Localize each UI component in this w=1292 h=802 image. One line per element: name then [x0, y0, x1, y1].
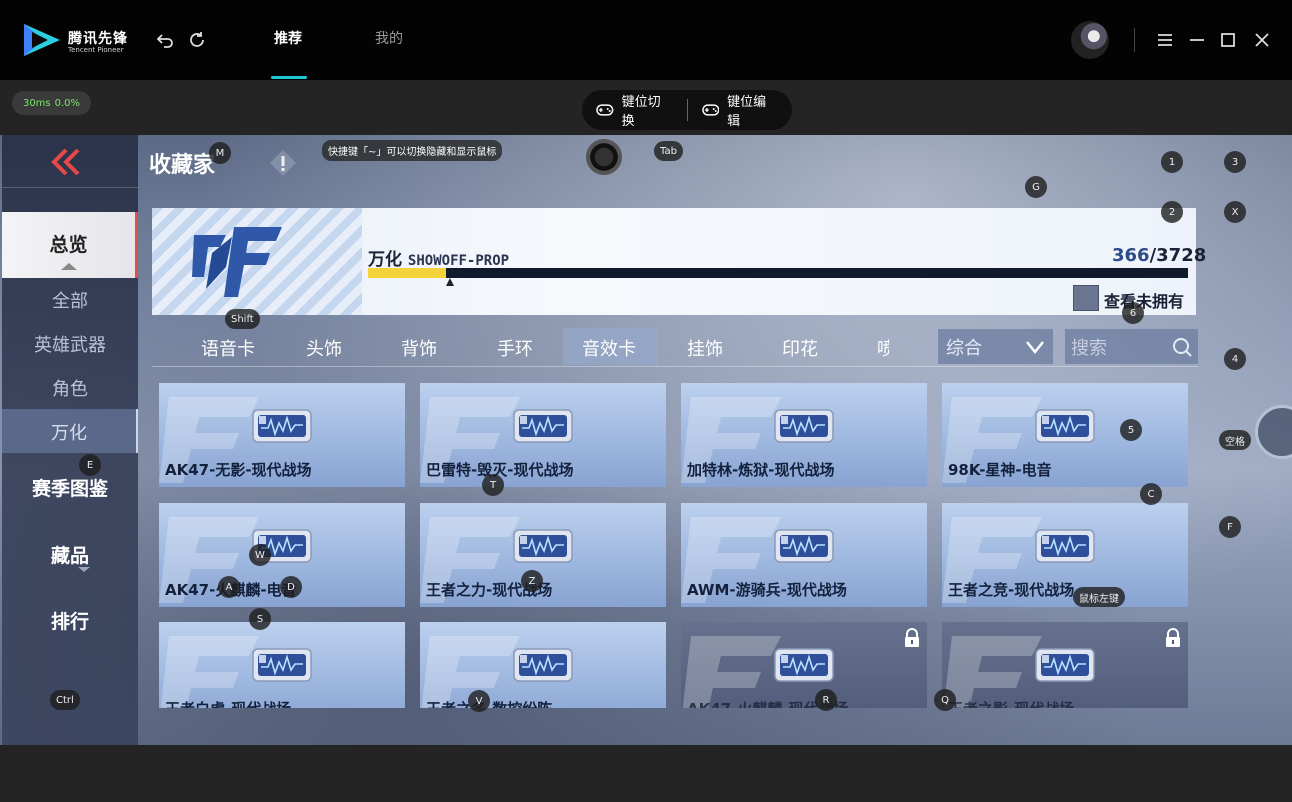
- key-hint-d: D: [280, 576, 302, 598]
- key-hint-q: Q: [934, 689, 956, 711]
- key-hint-x: X: [1224, 201, 1246, 223]
- card-label: 98K-星神-电音: [948, 461, 1052, 479]
- keymap-bar: 键位切换 键位编辑: [582, 90, 792, 130]
- key-hint-f: F: [1219, 516, 1241, 538]
- card-grid: AK47-无影-现代战场 巴雷特-毁灭-现代战场加特林-炼狱-现代战场 98K-星神…: [0, 135, 1292, 708]
- logo-icon: [24, 24, 60, 56]
- collection-card[interactable]: AK47-无影-现代战场: [159, 383, 405, 487]
- sound-card-icon: [1035, 527, 1095, 565]
- key-edit-button[interactable]: 键位编辑: [688, 91, 793, 129]
- card-label: AWM-游骑兵-现代战场: [687, 581, 847, 599]
- key-hint-c: C: [1140, 483, 1162, 505]
- key-hint-6: 6: [1122, 302, 1144, 324]
- lock-icon: [1164, 628, 1182, 648]
- key-hint-t: T: [482, 474, 504, 496]
- gamepad-icon: [701, 104, 719, 116]
- game-viewport[interactable]: 总览 全部 英雄武器 角色 万化 赛季图鉴 藏品 排行 收藏家 快捷键「~」可以…: [0, 135, 1292, 745]
- avatar[interactable]: [1071, 21, 1109, 59]
- sound-card-icon: [774, 527, 834, 565]
- collection-card[interactable]: 巴雷特-毁灭-现代战场: [420, 383, 666, 487]
- key-hint-ctrl: Ctrl: [50, 690, 80, 710]
- key-hint-w: W: [249, 544, 271, 566]
- close-icon[interactable]: [1251, 29, 1273, 51]
- key-hint-2: 2: [1161, 201, 1183, 223]
- back-icon[interactable]: [154, 29, 176, 51]
- menu-icon[interactable]: [1154, 29, 1176, 51]
- logo-subtext: Tencent Pioneer: [68, 46, 124, 54]
- key-hint-r: R: [815, 689, 837, 711]
- key-hint-shift: Shift: [225, 309, 260, 329]
- title-bar: 腾讯先锋 Tencent Pioneer 推荐 我的: [0, 0, 1292, 80]
- sound-card-icon: [252, 407, 312, 445]
- key-hint-5: 5: [1120, 419, 1142, 441]
- sound-card-icon: [252, 646, 312, 684]
- tab-mine[interactable]: 我的: [375, 28, 403, 48]
- maximize-icon[interactable]: [1217, 29, 1239, 51]
- key-hint-space: 空格: [1219, 430, 1251, 450]
- sound-card-icon: [513, 527, 573, 565]
- sound-card-icon: [1035, 646, 1095, 684]
- app-logo: 腾讯先锋 Tencent Pioneer: [22, 22, 132, 58]
- active-tab-indicator: [271, 76, 307, 79]
- sound-card-icon: [774, 407, 834, 445]
- game-toolbar: 30ms 0.0% 键位切换 键位编辑: [0, 80, 1292, 135]
- collection-card[interactable]: 王者白虎-现代战场: [159, 622, 405, 708]
- card-label: 王者之影-现代战场: [948, 698, 1074, 708]
- ping-value: 30ms: [22, 97, 51, 109]
- key-hint-mouse-left: 鼠标左键: [1073, 587, 1125, 607]
- key-hint-3: 3: [1224, 151, 1246, 173]
- collection-card[interactable]: 王者之名-数控纷陈: [420, 622, 666, 708]
- collection-card[interactable]: 王者之竞-现代战场: [942, 503, 1188, 607]
- collection-card[interactable]: AWM-游骑兵-现代战场: [681, 503, 927, 607]
- key-edit-label: 键位编辑: [727, 95, 767, 129]
- key-hint-tab: Tab: [654, 141, 683, 161]
- bottom-bar: [0, 745, 1292, 802]
- key-hint-v: V: [468, 690, 490, 712]
- tab-recommend[interactable]: 推荐: [274, 28, 302, 48]
- card-label: 王者之竞-现代战场: [948, 581, 1075, 599]
- key-hint-s: S: [249, 608, 271, 630]
- key-hint-m: M: [209, 142, 231, 164]
- key-hint-z: Z: [521, 570, 543, 592]
- card-label: AK47-无影-现代战场: [165, 461, 312, 479]
- key-switch-label: 键位切换: [621, 95, 661, 129]
- collection-card[interactable]: 加特林-炼狱-现代战场: [681, 383, 927, 487]
- card-label: 王者白虎-现代战场: [165, 698, 291, 708]
- gamepad-icon: [596, 104, 614, 116]
- key-switch-button[interactable]: 键位切换: [582, 91, 687, 129]
- logo-text: 腾讯先锋: [68, 31, 128, 47]
- divider: [1134, 28, 1135, 52]
- sound-card-icon: [513, 646, 573, 684]
- key-hint-e: E: [79, 454, 101, 476]
- sound-card-icon: [513, 407, 573, 445]
- card-label: 加特林-炼狱-现代战场: [687, 461, 835, 479]
- sound-card-icon: [1035, 407, 1095, 445]
- packet-loss-value: 0.0%: [54, 97, 81, 109]
- refresh-icon[interactable]: [186, 29, 208, 51]
- key-hint-g: G: [1025, 176, 1047, 198]
- collection-card[interactable]: AK47-火麒麟-现代战场: [681, 622, 927, 708]
- collection-card[interactable]: 王者之力-现代战场: [420, 503, 666, 607]
- minimize-icon[interactable]: [1186, 29, 1208, 51]
- key-hint-4: 4: [1224, 348, 1246, 370]
- collection-card[interactable]: 98K-星神-电音: [942, 383, 1188, 487]
- key-hint-a: A: [218, 576, 240, 598]
- sound-card-icon: [774, 646, 834, 684]
- collection-card[interactable]: 王者之影-现代战场: [942, 622, 1188, 708]
- lock-icon: [903, 628, 921, 648]
- network-status: 30ms 0.0%: [12, 91, 91, 115]
- key-hint-1: 1: [1161, 151, 1183, 173]
